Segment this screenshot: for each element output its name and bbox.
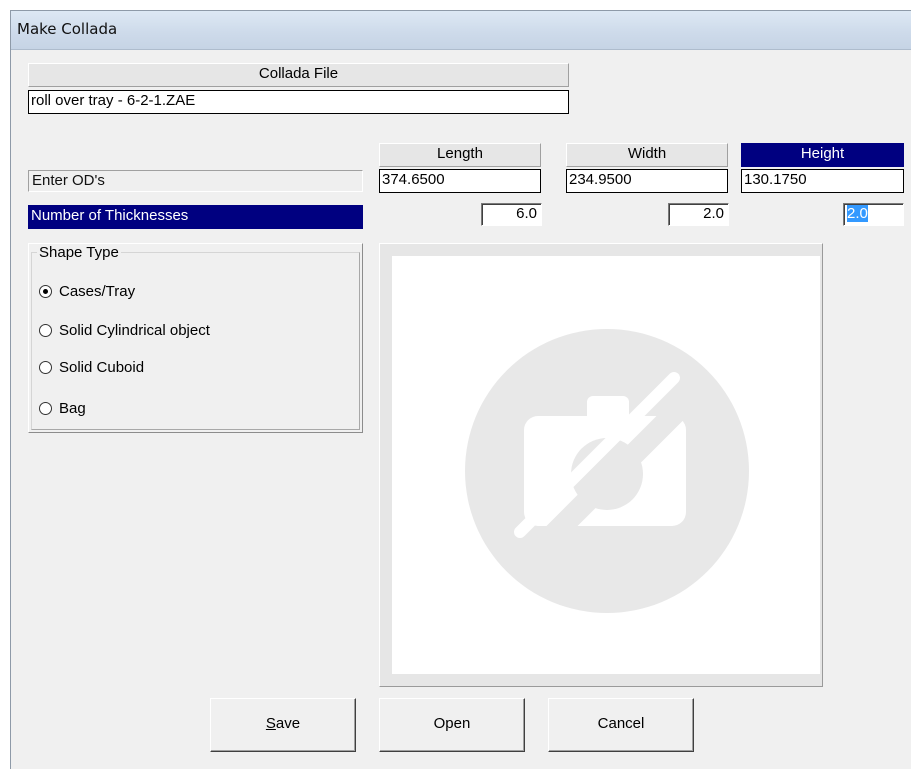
save-label-rest: ave (275, 715, 301, 732)
radio-checked-icon (39, 285, 52, 298)
height-input[interactable]: 130.1750 (741, 169, 904, 193)
radio-solid-cuboid-label: Solid Cuboid (59, 359, 145, 376)
height-header: Height (741, 143, 904, 167)
shape-type-title: Shape Type (37, 244, 121, 262)
save-mnemonic: S (265, 715, 276, 732)
radio-unchecked-icon (39, 402, 52, 415)
preview-image (392, 256, 820, 674)
radio-bag[interactable]: Bag (39, 399, 86, 419)
cancel-button[interactable]: Cancel (548, 698, 694, 752)
radio-solid-cuboid[interactable]: Solid Cuboid (39, 358, 144, 378)
radio-unchecked-icon (39, 324, 52, 337)
radio-bag-label: Bag (59, 400, 86, 417)
radio-solid-cylindrical[interactable]: Solid Cylindrical object (39, 321, 210, 341)
window-title: Make Collada (17, 20, 118, 38)
width-thickness-input[interactable]: 2.0 (668, 203, 729, 226)
width-input[interactable]: 234.9500 (566, 169, 728, 193)
number-of-thicknesses-label: Number of Thicknesses (28, 205, 363, 229)
make-collada-window: Make Collada Collada File roll over tray… (10, 10, 911, 769)
preview-frame (379, 243, 823, 687)
shape-type-group: Shape Type Cases/Tray Solid Cylindrical … (28, 243, 363, 433)
radio-unchecked-icon (39, 361, 52, 374)
collada-file-input[interactable]: roll over tray - 6-2-1.ZAE (28, 90, 569, 114)
title-bar: Make Collada (11, 11, 911, 50)
camera-off-icon (465, 329, 749, 613)
height-thickness-input[interactable]: 2.0 (843, 203, 904, 226)
length-input[interactable]: 374.6500 (379, 169, 541, 193)
radio-solid-cylindrical-label: Solid Cylindrical object (59, 322, 210, 339)
length-header: Length (379, 143, 541, 167)
save-button[interactable]: Save (210, 698, 356, 752)
radio-cases-tray[interactable]: Cases/Tray (39, 282, 135, 302)
collada-file-header: Collada File (28, 63, 569, 87)
length-thickness-input[interactable]: 6.0 (481, 203, 542, 226)
enter-od-label: Enter OD's (28, 170, 363, 192)
width-header: Width (566, 143, 728, 167)
height-thickness-selected-text: 2.0 (847, 205, 868, 222)
open-button[interactable]: Open (379, 698, 525, 752)
radio-cases-tray-label: Cases/Tray (59, 283, 136, 300)
